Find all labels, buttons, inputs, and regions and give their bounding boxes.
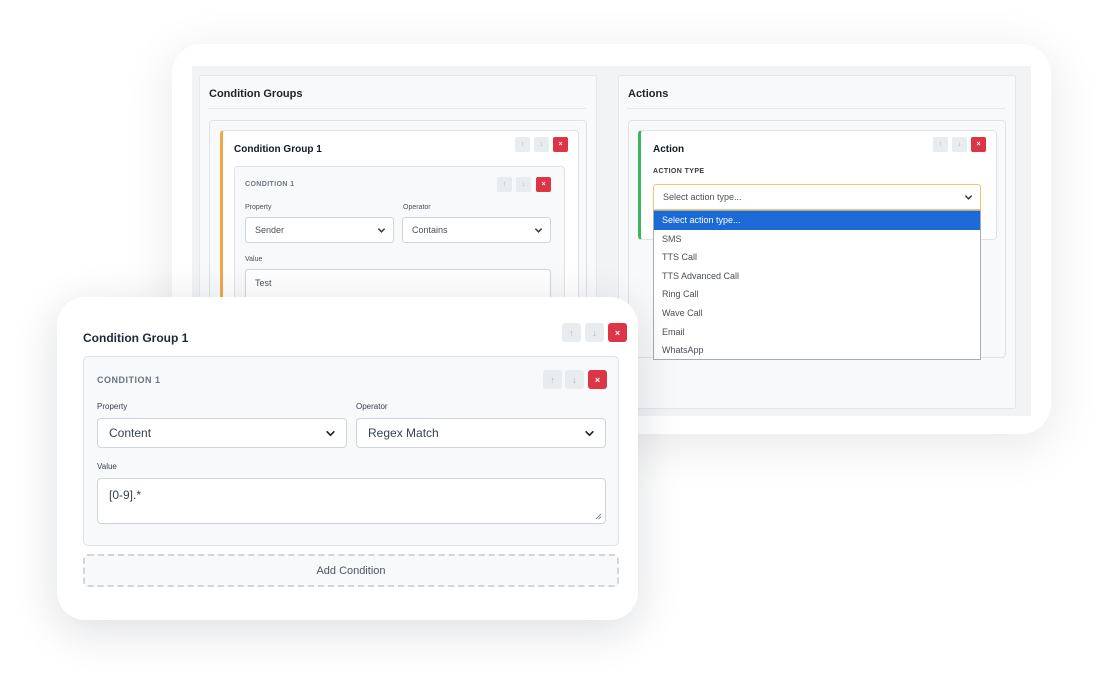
operator-value: Regex Match	[368, 426, 439, 440]
condition-title: CONDITION 1	[97, 375, 161, 385]
divider	[208, 108, 586, 109]
option-sms[interactable]: SMS	[654, 230, 980, 249]
move-condition-down-button[interactable]: ↓	[516, 177, 531, 192]
condition-group-title: Condition Group 1	[234, 144, 322, 155]
divider	[627, 108, 1005, 109]
action-type-label: ACTION TYPE	[653, 168, 705, 175]
option-whatsapp[interactable]: WhatsApp	[654, 341, 980, 360]
move-group-down-button[interactable]: ↓	[585, 323, 604, 342]
add-condition-button[interactable]: Add Condition	[83, 554, 619, 587]
remove-condition-button[interactable]: ×	[536, 177, 551, 192]
remove-condition-button[interactable]: ×	[588, 370, 607, 389]
move-group-up-button[interactable]: ↑	[515, 137, 530, 152]
operator-select[interactable]: Regex Match	[356, 418, 606, 448]
remove-group-button[interactable]: ×	[608, 323, 627, 342]
chevron-down-icon	[326, 430, 335, 437]
move-condition-up-button[interactable]: ↑	[497, 177, 512, 192]
value-text: Test	[255, 278, 272, 288]
action-type-value: Select action type...	[663, 192, 742, 202]
action-type-select[interactable]: Select action type...	[653, 184, 981, 210]
remove-group-button[interactable]: ×	[553, 137, 568, 152]
property-select[interactable]: Sender	[245, 217, 394, 243]
operator-label: Operator	[356, 402, 388, 411]
move-condition-down-button[interactable]: ↓	[565, 370, 584, 389]
option-placeholder[interactable]: Select action type...	[654, 211, 980, 230]
operator-value: Contains	[412, 225, 448, 235]
option-email[interactable]: Email	[654, 323, 980, 342]
move-action-up-button[interactable]: ↑	[933, 137, 948, 152]
chevron-down-icon	[585, 430, 594, 437]
action-title: Action	[653, 144, 685, 155]
actions-title: Actions	[628, 88, 669, 100]
action-type-dropdown: Select action type... SMS TTS Call TTS A…	[653, 210, 981, 360]
condition-groups-title: Condition Groups	[209, 88, 303, 100]
value-text: [0-9].*	[109, 488, 142, 502]
operator-label: Operator	[403, 204, 431, 211]
resize-handle-icon[interactable]	[595, 513, 602, 520]
chevron-down-icon	[964, 195, 973, 200]
property-value: Sender	[255, 225, 285, 235]
chevron-down-icon	[534, 228, 543, 233]
option-tts-call[interactable]: TTS Call	[654, 248, 980, 267]
value-label: Value	[245, 256, 263, 263]
move-action-down-button[interactable]: ↓	[952, 137, 967, 152]
remove-action-button[interactable]: ×	[971, 137, 986, 152]
property-select[interactable]: Content	[97, 418, 347, 448]
move-group-down-button[interactable]: ↓	[534, 137, 549, 152]
option-ring-call[interactable]: Ring Call	[654, 285, 980, 304]
move-group-up-button[interactable]: ↑	[562, 323, 581, 342]
move-condition-up-button[interactable]: ↑	[543, 370, 562, 389]
property-label: Property	[97, 402, 128, 411]
property-value: Content	[109, 426, 152, 440]
option-wave-call[interactable]: Wave Call	[654, 304, 980, 323]
condition-group-title: Condition Group 1	[83, 331, 189, 345]
operator-select[interactable]: Contains	[402, 217, 551, 243]
chevron-down-icon	[377, 228, 386, 233]
value-input[interactable]: [0-9].*	[97, 478, 606, 524]
option-tts-advanced-call[interactable]: TTS Advanced Call	[654, 267, 980, 286]
condition-title: CONDITION 1	[245, 181, 295, 188]
value-label: Value	[97, 462, 117, 471]
property-label: Property	[245, 204, 272, 211]
